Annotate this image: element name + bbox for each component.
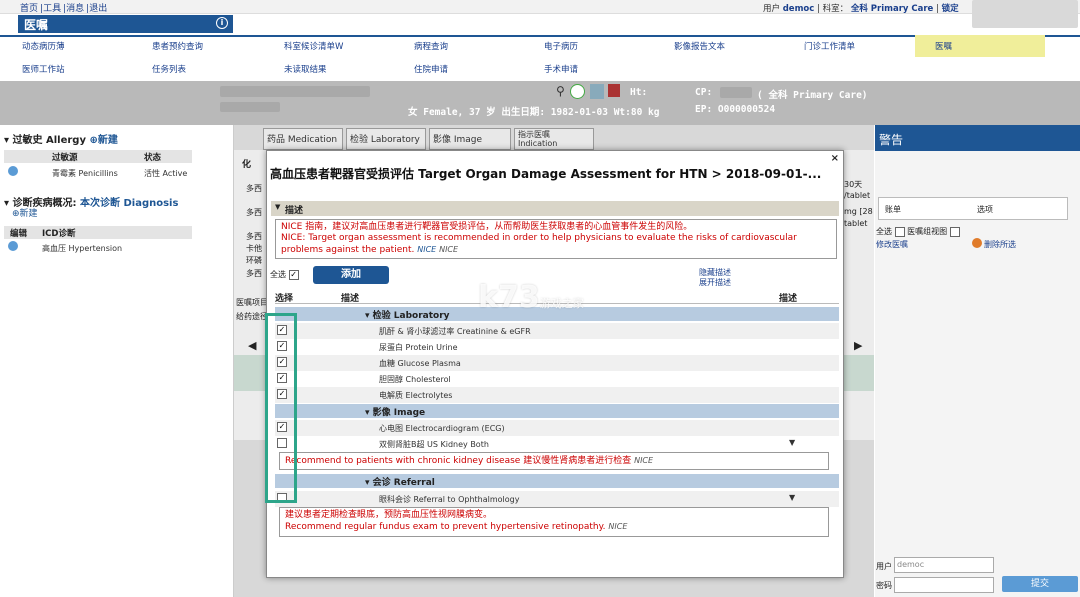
menu-item-orders[interactable]: 医嘱 (935, 40, 952, 52)
redacted-cp (720, 87, 752, 98)
tab-indication[interactable]: 指示医嘱 Indication (514, 128, 594, 150)
list-item[interactable]: ✓ 心电图 Electrocardiogram (ECG) (275, 420, 839, 436)
menu-item[interactable]: 影像报告文本 (674, 40, 725, 52)
menu-item[interactable]: 任务列表 (152, 63, 186, 75)
menu-item[interactable]: 手术申请 (544, 63, 578, 75)
menu-item[interactable]: 医师工作站 (22, 63, 65, 75)
redacted-area (972, 0, 1078, 28)
select-all-checkbox[interactable] (894, 226, 905, 237)
scroll-right-icon[interactable]: ▶ (854, 339, 862, 352)
username-field[interactable]: democ (894, 557, 994, 573)
left-panel: ▾ 过敏史 Allergy ⊕新建 过敏源 状态 青霉素 Penicillins 活… (0, 125, 234, 597)
list-item[interactable]: ✓ 电解质 Electrolytes (275, 387, 839, 403)
menu-item[interactable]: 门诊工作清单 (804, 40, 855, 52)
add-button[interactable]: 添加 (313, 266, 389, 284)
new-allergy-button[interactable]: ⊕新建 (89, 135, 117, 146)
tab-image[interactable]: 影像 Image (429, 128, 511, 150)
new-diagnosis-button[interactable]: ⊕新建 (12, 206, 38, 219)
description-bar[interactable]: ▼ 描述 (271, 201, 839, 216)
item-note: Recommend to patients with chronic kidne… (279, 452, 829, 470)
dialog-title: 高血压患者靶器官受损评估 Target Organ Damage Assessm… (270, 167, 822, 181)
allergy-icon (570, 84, 585, 99)
list-item[interactable]: ✓ 血糖 Glucose Plasma (275, 355, 839, 371)
description-box: NICE 指南，建议对高血压患者进行靶器官受损评估，从而帮助医生获取患者的心血管… (275, 219, 837, 259)
messages-link[interactable]: 消息 (66, 4, 84, 14)
menu-item[interactable]: 未读取结果 (284, 63, 327, 75)
edit-orders-link[interactable]: 修改医嘱 (876, 239, 908, 250)
diagnosis-row[interactable]: 高血压 Hypertension (4, 241, 192, 255)
select-all-row: 全选 ✓ (270, 269, 299, 280)
record-icon (8, 166, 18, 176)
category-image[interactable]: ▾ 影像 Image (275, 404, 839, 418)
highlight-box (265, 313, 297, 503)
menu-item[interactable]: 病程查询 (414, 40, 448, 52)
expand-icon[interactable]: ▼ (789, 493, 795, 502)
list-item[interactable]: 双侧肾脏B超 US Kidney Both ▼ (275, 436, 839, 452)
select-all-checkbox[interactable]: ✓ (288, 269, 299, 280)
password-field[interactable] (894, 577, 994, 593)
patient-banner: ⚲ Ht: CP: ( 全科 Primary Care) 女 Female, 3… (0, 81, 1080, 125)
group-view-checkbox[interactable] (949, 226, 960, 237)
submit-button[interactable]: 提交 (1002, 576, 1078, 592)
top-links: 首页 |工具 |消息 |退出 (20, 4, 108, 14)
doctor-icon (590, 84, 604, 99)
allergy-grid-header: 过敏源 状态 (4, 150, 192, 163)
expand-icon[interactable]: ▼ (789, 438, 795, 447)
menu-item[interactable]: 患者预约查询 (152, 40, 203, 52)
app-title: 医嘱 i (18, 15, 233, 33)
item-note: 建议患者定期检查眼底，预防高血压性视网膜病变。 Recommend regula… (279, 507, 829, 537)
alert-grid-header: 账单 选项 (878, 197, 1068, 220)
right-select-all: 全选 医嘱组视图 (876, 226, 960, 237)
menu-item[interactable]: 动态病历薄 (22, 40, 65, 52)
menu-item[interactable]: 住院申请 (414, 63, 448, 75)
scroll-left-icon[interactable]: ◀ (248, 339, 256, 352)
calendar-icon (608, 84, 620, 97)
home-link[interactable]: 首页 (20, 4, 38, 14)
tab-medication[interactable]: 药品 Medication (263, 128, 343, 150)
menu-item[interactable]: 电子病历 (544, 40, 578, 52)
list-item[interactable]: ✓ 肌酐 & 肾小球滤过率 Creatinine & eGFR (275, 323, 839, 339)
delete-selected-link[interactable]: 删除所选 (984, 239, 1016, 250)
redacted-name (220, 86, 370, 97)
pin-icon: ⚲ (556, 84, 565, 98)
tab-laboratory[interactable]: 检验 Laboratory (346, 128, 426, 150)
list-item[interactable]: ✓ 胆固醇 Cholesterol (275, 371, 839, 387)
info-icon[interactable]: i (216, 17, 228, 29)
right-panel (875, 125, 1080, 597)
expand-description-link[interactable]: 展开描述 (699, 277, 731, 288)
assessment-dialog: × 高血压患者靶器官受损评估 Target Organ Damage Asses… (266, 150, 844, 578)
redacted-id (220, 102, 280, 112)
list-item[interactable]: ✓ 尿蛋白 Protein Urine (275, 339, 839, 355)
category-referral[interactable]: ▾ 会诊 Referral (275, 474, 839, 488)
delete-icon (972, 238, 982, 248)
allergy-row[interactable]: 青霉素 Penicillins 活性 Active (4, 166, 192, 180)
diagnosis-grid-header: 编辑 ICD诊断 (4, 226, 192, 239)
collapse-icon: ▼ (275, 203, 281, 211)
record-icon (8, 241, 18, 251)
lock-link[interactable]: 锁定 (942, 4, 959, 14)
logout-link[interactable]: 退出 (89, 4, 107, 14)
watermark: k73游戏之家 (478, 280, 584, 315)
close-icon[interactable]: × (831, 153, 839, 164)
list-item[interactable]: 眼科会诊 Referral to Ophthalmology ▼ (275, 491, 839, 507)
tools-link[interactable]: 工具 (43, 4, 61, 14)
user-info: 用户 democ | 科室： 全科 Primary Care | 锁定 (763, 4, 959, 14)
allergy-section-title: ▾ 过敏史 Allergy ⊕新建 (4, 135, 118, 146)
menu-item[interactable]: 科室候诊清单W (284, 40, 343, 52)
alert-title: 警告 (875, 125, 1080, 151)
